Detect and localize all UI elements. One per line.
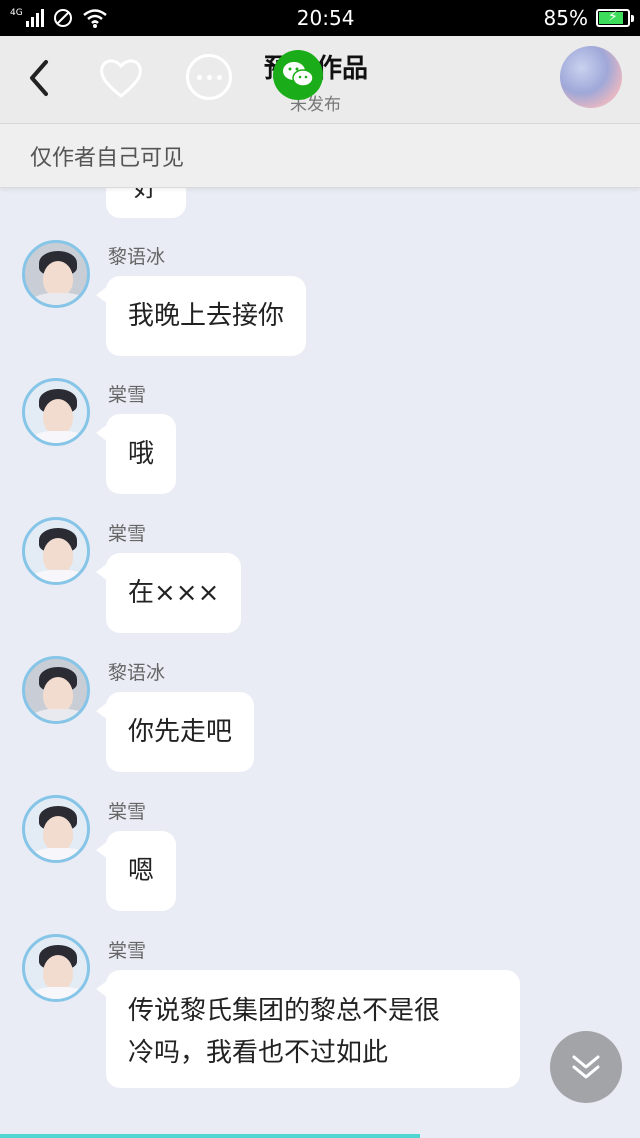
sender-name: 棠雪 <box>108 801 147 823</box>
message-bubble[interactable]: 哦 <box>95 414 177 494</box>
female-avatar[interactable] <box>22 934 90 1002</box>
dot-icon <box>196 74 202 80</box>
sender-name: 棠雪 <box>108 940 147 962</box>
network-type: 4G <box>10 8 23 18</box>
dot-icon <box>216 74 222 80</box>
chevron-left-icon <box>30 60 48 96</box>
message-text: 哦 <box>128 439 155 469</box>
female-avatar[interactable] <box>22 795 90 863</box>
wifi-icon <box>82 9 107 28</box>
message-bubble[interactable]: 我晚上去接你 <box>95 276 307 356</box>
message-bubble[interactable]: 传说黎氏集团的黎总不是很 冷吗，我看也不过如此 <box>96 970 520 1088</box>
progress-line <box>0 1134 420 1138</box>
visibility-notice-text: 仅作者自己可见 <box>30 145 185 171</box>
author-avatar[interactable] <box>560 46 622 108</box>
sender-name: 黎语冰 <box>108 246 166 268</box>
female-avatar[interactable] <box>22 378 90 446</box>
message-bubble-partial: 好 <box>106 188 186 218</box>
visibility-notice: 仅作者自己可见 <box>0 124 640 188</box>
message-bubble[interactable]: 嗯 <box>95 831 177 911</box>
message-bubble[interactable]: 你先走吧 <box>95 692 255 772</box>
more-options-button[interactable] <box>186 54 232 100</box>
wechat-share-button[interactable] <box>273 50 323 100</box>
status-icons-left: 4G <box>10 7 108 29</box>
back-button[interactable] <box>22 54 56 102</box>
battery-percent: 85% <box>543 6 588 30</box>
favorite-button[interactable] <box>96 54 146 102</box>
message-text: 我晚上去接你 <box>128 301 285 331</box>
heart-icon <box>100 59 142 98</box>
message-text: 冷吗，我看也不过如此 <box>128 1038 389 1068</box>
battery-icon: ⚡ <box>595 9 634 27</box>
scroll-to-bottom-button[interactable] <box>550 1031 622 1103</box>
male-avatar[interactable] <box>22 240 90 308</box>
signal-icon: 4G <box>10 9 44 27</box>
sender-name: 棠雪 <box>108 523 147 545</box>
message-bubble[interactable]: 在××× <box>95 553 242 633</box>
message-text: 在××× <box>128 578 220 608</box>
chat-list[interactable]: 好 黎语冰 我晚上去接你 棠雪 哦 棠雪 在××× 黎语冰 你先走吧 棠雪 嗯 … <box>0 188 640 1138</box>
wechat-icon <box>283 62 314 87</box>
status-time: 20:54 <box>296 6 355 30</box>
message-text: 嗯 <box>128 856 155 886</box>
message-text: 好 <box>134 188 158 202</box>
sender-name: 棠雪 <box>108 384 147 406</box>
status-bar: 4G 20:54 85% ⚡ <box>0 0 640 36</box>
female-avatar[interactable] <box>22 517 90 585</box>
message-text: 你先走吧 <box>128 717 233 747</box>
status-icons-right: 85% ⚡ <box>543 6 634 30</box>
header-bar: 預先作品 未发布 <box>0 36 640 124</box>
no-sim-icon <box>53 9 72 27</box>
male-avatar[interactable] <box>22 656 90 724</box>
sender-name: 黎语冰 <box>108 662 166 684</box>
dot-icon <box>206 74 212 80</box>
double-chevron-down-icon <box>572 1055 600 1079</box>
message-text: 传说黎氏集团的黎总不是很 <box>128 996 441 1026</box>
